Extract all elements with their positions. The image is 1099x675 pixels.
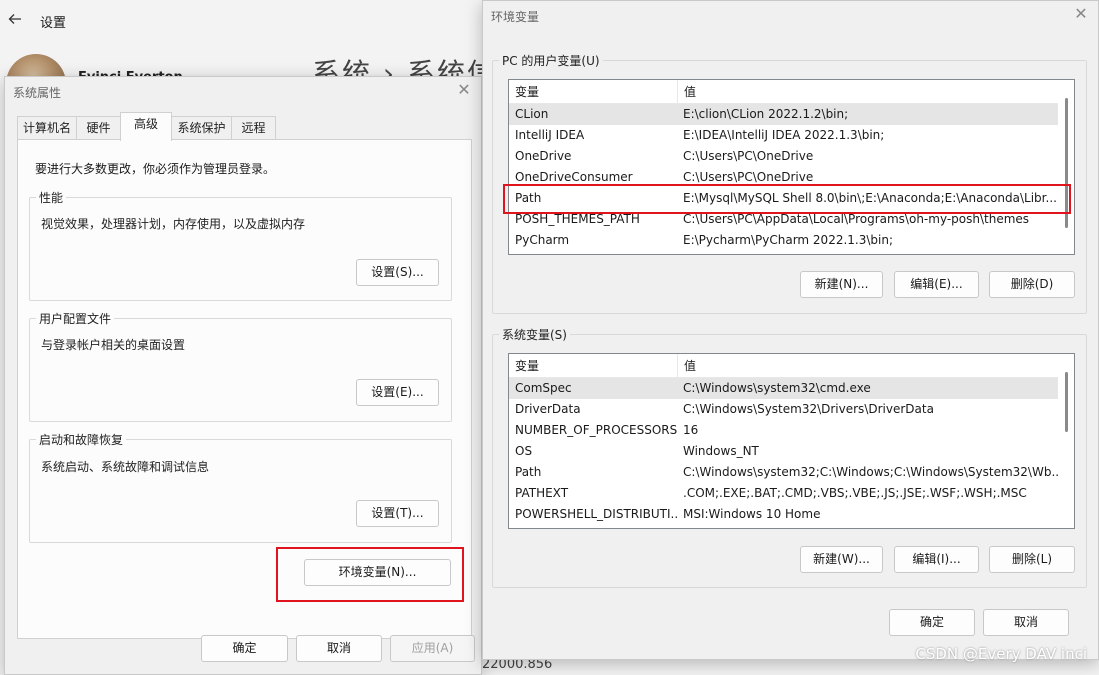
table-row[interactable]: NUMBER_OF_PROCESSORS 16: [509, 420, 1058, 441]
user-delete-button[interactable]: 删除(D): [989, 271, 1075, 298]
ok-button[interactable]: 确定: [201, 635, 288, 662]
variable-name-cell: NUMBER_OF_PROCESSORS: [515, 423, 677, 437]
startup-recovery-legend: 启动和故障恢复: [39, 433, 124, 447]
variable-value-cell: .COM;.EXE;.BAT;.CMD;.VBS;.VBE;.JS;.JSE;.…: [683, 486, 1027, 500]
performance-desc: 视觉效果，处理器计划，内存使用，以及虚拟内存: [41, 217, 306, 231]
highlight-box: [503, 184, 1071, 214]
highlight-box: [276, 547, 464, 602]
column-header-variable[interactable]: 变量: [509, 354, 677, 378]
variable-name-cell: OS: [515, 444, 533, 458]
variable-name-cell: PyCharm: [515, 233, 570, 247]
watermark: CSDN @Every DAV inci: [915, 645, 1087, 663]
startup-recovery-settings-button[interactable]: 设置(T)...: [356, 500, 439, 527]
variable-value-cell: C:\Windows\system32\cmd.exe: [683, 381, 871, 395]
list-header: 变量 值: [509, 80, 1058, 104]
table-row[interactable]: DriverData C:\Windows\System32\Drivers\Dr…: [509, 399, 1058, 420]
system-variables-list[interactable]: 变量 值 ComSpec C:\Windows\system32\cmd.exe D…: [508, 353, 1075, 529]
system-new-button[interactable]: 新建(W)...: [800, 546, 883, 573]
variable-name-cell: OneDrive: [515, 149, 572, 163]
system-properties-dialog: 系统属性 ✕ 计算机名 硬件 高级 系统保护 远程 要进行大多数更改，你必须作为…: [4, 76, 482, 675]
column-header-variable[interactable]: 变量: [509, 80, 677, 104]
tab-system-protection[interactable]: 系统保护: [171, 116, 232, 140]
cancel-button[interactable]: 取消: [296, 635, 382, 662]
system-variables-legend: 系统变量(S): [502, 328, 567, 342]
variable-name-cell: PATHEXT: [515, 486, 569, 500]
user-variables-list[interactable]: 变量 值 CLion E:\clion\CLion 2022.1.2\bin; In…: [508, 79, 1075, 255]
column-header-value[interactable]: 值: [677, 80, 1060, 104]
variable-value-cell: MSI:Windows 10 Home: [683, 507, 821, 521]
ok-button[interactable]: 确定: [889, 609, 975, 636]
user-profiles-settings-button[interactable]: 设置(E)...: [356, 379, 439, 406]
table-row[interactable]: ComSpec C:\Windows\system32\cmd.exe: [509, 378, 1058, 399]
scrollbar[interactable]: [1058, 80, 1074, 254]
table-row[interactable]: POWERSHELL_DISTRIBUTI... MSI:Windows 10 H…: [509, 504, 1058, 525]
table-row[interactable]: PATHEXT .COM;.EXE;.BAT;.CMD;.VBS;.VBE;.JS…: [509, 483, 1058, 504]
tab-hardware[interactable]: 硬件: [76, 116, 121, 140]
cancel-button[interactable]: 取消: [983, 609, 1069, 636]
table-row[interactable]: Path C:\Windows\system32;C:\Windows;C:\Wi…: [509, 462, 1060, 483]
variable-name-cell: POWERSHELL_DISTRIBUTI...: [515, 507, 677, 521]
variable-name-cell: IntelliJ IDEA: [515, 128, 585, 142]
variable-value-cell: C:\Windows\System32\Drivers\DriverData: [683, 402, 934, 416]
dialog-title: 系统属性: [13, 86, 62, 100]
startup-recovery-desc: 系统启动、系统故障和调试信息: [41, 460, 210, 474]
variable-name-cell: ComSpec: [515, 381, 572, 395]
table-row[interactable]: IntelliJ IDEA E:\IDEA\IntelliJ IDEA 2022.…: [509, 125, 1058, 146]
user-profiles-desc: 与登录帐户相关的桌面设置: [41, 338, 186, 352]
tab-remote[interactable]: 远程: [231, 116, 276, 140]
table-row[interactable]: OS Windows_NT: [509, 441, 1058, 462]
variable-value-cell: E:\clion\CLion 2022.1.2\bin;: [683, 107, 849, 121]
variable-name-cell: CLion: [515, 107, 549, 121]
variable-value-cell: C:\Users\PC\OneDrive: [683, 149, 814, 163]
variable-value-cell: E:\IDEA\IntelliJ IDEA 2022.1.3\bin;: [683, 128, 885, 142]
variable-value-cell: 16: [683, 423, 699, 437]
user-profiles-legend: 用户配置文件: [39, 312, 112, 326]
back-arrow-icon[interactable]: [8, 12, 24, 28]
system-edit-button[interactable]: 编辑(I)...: [894, 546, 979, 573]
table-row[interactable]: PyCharm E:\Pycharm\PyCharm 2022.1.3\bin;: [509, 230, 1058, 251]
performance-legend: 性能: [39, 191, 64, 205]
tab-advanced[interactable]: 高级: [120, 112, 172, 141]
scrollbar[interactable]: [1058, 354, 1074, 528]
variable-value-cell: C:\Windows\system32;C:\Windows;C:\Window…: [683, 465, 1060, 479]
column-header-value[interactable]: 值: [677, 354, 1060, 378]
apply-button[interactable]: 应用(A): [390, 635, 475, 662]
table-row[interactable]: CLion E:\clion\CLion 2022.1.2\bin;: [509, 104, 1058, 125]
performance-settings-button[interactable]: 设置(S)...: [356, 259, 439, 286]
user-edit-button[interactable]: 编辑(E)...: [894, 271, 979, 298]
close-icon[interactable]: ✕: [1072, 5, 1090, 23]
environment-variables-dialog: 环境变量 ✕ PC 的用户变量(U) 变量 值 CLion E:\clion\CL…: [482, 0, 1099, 660]
table-row[interactable]: OneDrive C:\Users\PC\OneDrive: [509, 146, 1058, 167]
tab-computer-name[interactable]: 计算机名: [17, 116, 77, 140]
scrollbar-thumb[interactable]: [1065, 372, 1068, 432]
variable-name-cell: DriverData: [515, 402, 581, 416]
dialog-title: 环境变量: [491, 10, 540, 24]
close-icon[interactable]: ✕: [455, 81, 473, 99]
variable-name-cell: Path: [515, 465, 542, 479]
admin-note: 要进行大多数更改，你必须作为管理员登录。: [35, 162, 276, 176]
list-header: 变量 值: [509, 354, 1058, 378]
user-variables-legend: PC 的用户变量(U): [502, 54, 600, 68]
system-delete-button[interactable]: 删除(L): [989, 546, 1075, 573]
variable-value-cell: Windows_NT: [683, 444, 759, 458]
user-new-button[interactable]: 新建(N)...: [800, 271, 883, 298]
variable-value-cell: E:\Pycharm\PyCharm 2022.1.3\bin;: [683, 233, 893, 247]
settings-title: 设置: [40, 16, 67, 31]
